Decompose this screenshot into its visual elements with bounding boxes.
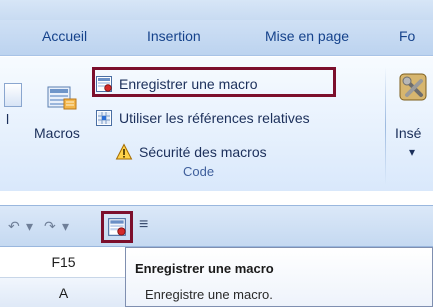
tab-mise-en-page[interactable]: Mise en page [265, 28, 349, 50]
macro-security-command[interactable]: Sécurité des macros [115, 141, 267, 163]
record-macro-highlight [92, 67, 336, 97]
partial-left-label: l [6, 111, 10, 127]
macros-label: Macros [34, 125, 80, 141]
redo-dropdown-icon[interactable]: ▾ [62, 218, 69, 235]
macros-button[interactable]: Macros [34, 71, 92, 163]
macro-security-label: Sécurité des macros [139, 144, 267, 160]
insert-control-label: Insé [395, 125, 422, 141]
name-box[interactable]: F15 [0, 247, 128, 277]
ribbon-group-separator [385, 67, 386, 185]
column-header-a[interactable]: A [0, 278, 128, 307]
tooltip-body: Enregistre une macro. [145, 287, 273, 302]
customize-qat-icon[interactable]: ≡ [139, 216, 148, 234]
undo-icon[interactable]: ↶ [8, 218, 20, 235]
tab-insertion[interactable]: Insertion [147, 28, 201, 50]
undo-dropdown-icon[interactable]: ▾ [26, 218, 33, 235]
excel-ribbon-screenshot: Accueil Insertion Mise en page Fo l Macr… [0, 0, 433, 307]
title-bar-band [0, 0, 433, 20]
macro-security-warning-icon [115, 143, 133, 160]
ribbon-content: l Macros Enregistrer une macro Utiliser … [0, 56, 433, 191]
relative-references-icon [96, 110, 112, 126]
quick-access-toolbar: ↶ ▾ ↷ ▾ ≡ [0, 205, 433, 247]
tooltip: Enregistrer une macro Enregistre une mac… [125, 247, 433, 307]
tooltip-title: Enregistrer une macro [135, 261, 274, 276]
relative-references-command[interactable]: Utiliser les références relatives [95, 107, 310, 129]
code-group-label: Code [183, 164, 215, 179]
qat-record-macro-icon[interactable] [107, 217, 127, 237]
partial-left-icon [4, 83, 22, 107]
tab-formules-partial[interactable]: Fo [399, 28, 415, 50]
tab-accueil[interactable]: Accueil [42, 28, 87, 50]
redo-icon[interactable]: ↷ [44, 218, 56, 235]
relative-references-label: Utiliser les références relatives [119, 110, 310, 126]
dropdown-arrow-icon: ▾ [409, 145, 416, 159]
ribbon-tabs: Accueil Insertion Mise en page Fo [0, 20, 433, 56]
insert-control-button[interactable]: Insé ▾ [395, 71, 433, 163]
tools-icon [399, 73, 427, 101]
macros-icon [47, 86, 77, 110]
